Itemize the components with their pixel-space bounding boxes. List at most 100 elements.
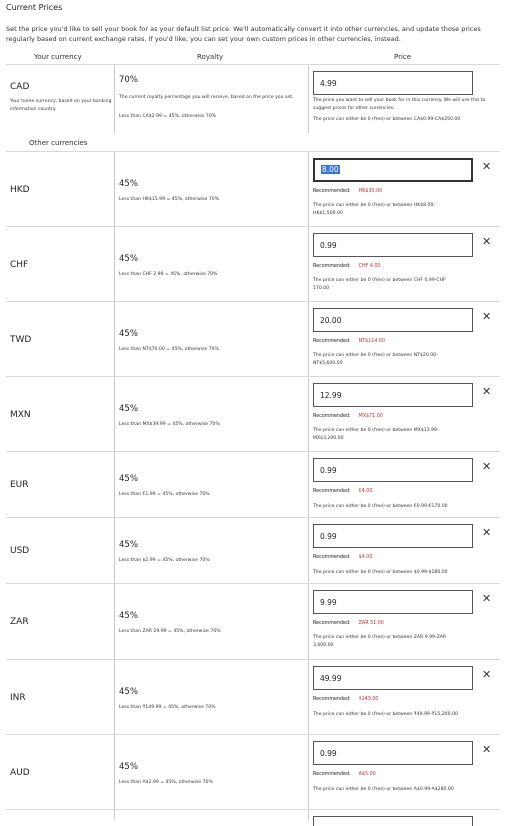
recommended-price: Recommended: CHF 4.00 [313, 264, 381, 269]
recommended-price: Recommended: MX$71.00 [313, 414, 383, 419]
other-currencies-label: Other currencies [29, 139, 88, 147]
price-range-text: The price can either be 0 (free) or betw… [313, 353, 438, 366]
recommended-value: $4.00 [358, 555, 373, 560]
recommended-price: Recommended: NT$114.00 [313, 339, 385, 344]
currency-row-mxn: MXN 45% Less than MX$39.99 = 45%, otherwis… [6, 376, 500, 452]
recommended-label: Recommended: [313, 621, 351, 626]
currency-row-hkd: HKD 45% Less than HK$15.99 = 45%, otherwis… [6, 151, 500, 227]
home-royalty-value: 70% [119, 75, 138, 85]
currency-code: TWD [10, 335, 32, 345]
price-range-text: The price can either be 0 (free) or betw… [313, 278, 446, 291]
close-icon[interactable]: ✕ [482, 460, 491, 473]
recommended-label: Recommended: [313, 772, 351, 777]
home-price-desc: The price you want to sell your book for… [313, 98, 486, 111]
currency-row-usd: USD 45% Less than $2.99 = 45%, otherwise 7… [6, 517, 500, 584]
currency-code: EUR [10, 480, 29, 490]
royalty-value: 45% [119, 762, 138, 772]
recommended-price: Recommended: ₹243.00 [313, 697, 378, 702]
home-currency-row: CAD Your home currency, based on your ba… [6, 64, 500, 133]
currency-code: INR [10, 693, 26, 703]
price-input[interactable] [313, 383, 473, 407]
price-input[interactable] [313, 233, 473, 257]
recommended-label: Recommended: [313, 697, 351, 702]
royalty-value: 45% [119, 611, 138, 621]
recommended-value: MX$71.00 [358, 414, 383, 419]
price-input[interactable] [313, 458, 473, 482]
price-range-text: The price can either be 0 (free) or betw… [313, 787, 454, 792]
currency-code: CHF [10, 260, 29, 270]
currency-row-aud: AUD 45% Less than A$2.99 = 45%, otherwise … [6, 734, 500, 810]
price-input[interactable] [313, 308, 473, 332]
home-price-input[interactable] [313, 71, 473, 95]
close-icon[interactable]: ✕ [482, 592, 491, 605]
royalty-rule: Less than €1.99 = 45%, otherwise 70% [119, 492, 210, 497]
recommended-price: Recommended: ZAR 51.00 [313, 621, 384, 626]
royalty-rule: Less than MX$39.99 = 45%, otherwise 70% [119, 422, 220, 427]
pricing-panel: Current Prices Set the price you'd like … [0, 0, 523, 826]
royalty-rule: Less than HK$15.99 = 45%, otherwise 70% [119, 197, 220, 202]
price-range-text: The price can either be 0 (free) or betw… [313, 504, 448, 509]
close-icon[interactable]: ✕ [482, 385, 491, 398]
close-icon[interactable]: ✕ [482, 526, 491, 539]
intro-text: Set the price you'd like to sell your bo… [6, 25, 481, 43]
currency-row-twd: TWD 45% Less than NT$70.00 = 45%, otherwis… [6, 301, 500, 377]
recommended-value: NT$114.00 [358, 339, 385, 344]
recommended-value: CHF 4.00 [358, 264, 381, 269]
royalty-rule: Less than ₹149.99 = 45%, otherwise 70% [119, 705, 216, 710]
price-input[interactable] [313, 524, 473, 548]
recommended-value: HK$30.00 [358, 189, 383, 194]
royalty-rule: Less than NT$70.00 = 45%, otherwise 70% [119, 347, 219, 352]
royalty-value: 45% [119, 254, 138, 264]
home-currency-code: CAD [10, 82, 30, 92]
col-header-your-currency: Your currency [34, 53, 82, 61]
royalty-rule: Less than A$2.99 = 45%, otherwise 70% [119, 780, 213, 785]
currency-code: USD [10, 546, 30, 556]
recommended-label: Recommended: [313, 414, 351, 419]
royalty-rule: Less than $2.99 = 45%, otherwise 70% [119, 558, 210, 563]
close-icon[interactable]: ✕ [482, 160, 491, 173]
recommended-label: Recommended: [313, 264, 351, 269]
recommended-price: Recommended: A$5.00 [313, 772, 376, 777]
currency-row-zar: ZAR 45% Less than ZAR 29.99 = 45%, otherwi… [6, 583, 500, 660]
currency-code: HKD [10, 185, 30, 195]
recommended-value: A$5.00 [358, 772, 376, 777]
home-royalty-rule: Less than CA$2.99 = 45%, otherwise 70% [119, 114, 217, 119]
royalty-rule: Less than ZAR 29.99 = 45%, otherwise 70% [119, 629, 221, 634]
recommended-value: €4.00 [358, 489, 373, 494]
home-currency-desc: Your home currency, based on your bankin… [10, 99, 112, 112]
royalty-value: 45% [119, 540, 138, 550]
col-header-royalty: Royalty [197, 53, 224, 61]
section-title: Current Prices [6, 3, 63, 12]
recommended-label: Recommended: [313, 489, 351, 494]
close-icon[interactable]: ✕ [482, 310, 491, 323]
currency-code: AUD [10, 768, 30, 778]
price-range-text: The price can either be 0 (free) or betw… [313, 635, 447, 648]
price-input-value: 8.00 [321, 165, 340, 174]
price-range-text: The price can either be 0 (free) or betw… [313, 203, 436, 216]
close-icon[interactable]: ✕ [482, 668, 491, 681]
recommended-price: Recommended: €4.00 [313, 489, 372, 494]
price-input[interactable] [313, 741, 473, 765]
recommended-value: ₹243.00 [358, 697, 379, 702]
royalty-rule: Less than CHF 2.99 = 45%, otherwise 70% [119, 272, 218, 277]
currency-row-chf: CHF 45% Less than CHF 2.99 = 45%, otherwis… [6, 226, 500, 302]
royalty-value: 45% [119, 329, 138, 339]
recommended-value: ZAR 51.00 [358, 621, 384, 626]
home-royalty-desc: The current royalty percentage you will … [119, 95, 294, 100]
close-icon[interactable]: ✕ [482, 743, 491, 756]
home-price-range: The price can either be 0 (free) or betw… [313, 117, 461, 122]
recommended-price: Recommended: HK$30.00 [313, 189, 382, 194]
royalty-value: 45% [119, 687, 138, 697]
close-icon[interactable]: ✕ [482, 235, 491, 248]
price-input[interactable] [313, 666, 473, 690]
col-header-price: Price [394, 53, 412, 61]
currency-row-inr: INR 45% Less than ₹149.99 = 45%, otherwise… [6, 659, 500, 735]
price-range-text: The price can either be 0 (free) or betw… [313, 570, 448, 575]
price-input[interactable]: 8.00 [313, 158, 473, 182]
price-input[interactable] [313, 590, 473, 614]
recommended-label: Recommended: [313, 555, 351, 560]
price-range-text: The price can either be 0 (free) or betw… [313, 428, 439, 441]
royalty-value: 45% [119, 474, 138, 484]
recommended-price: Recommended: $4.00 [313, 555, 372, 560]
recommended-label: Recommended: [313, 339, 351, 344]
